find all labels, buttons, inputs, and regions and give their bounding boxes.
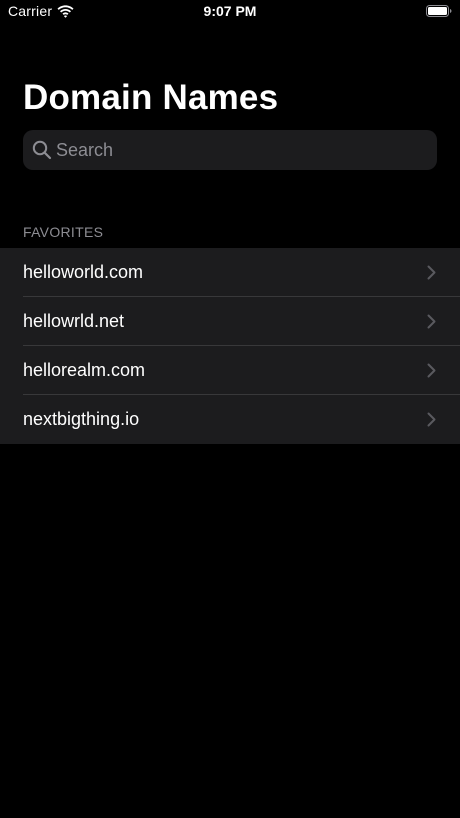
list-item-label: hellowrld.net bbox=[23, 311, 125, 331]
battery-icon bbox=[426, 5, 452, 17]
search-bar[interactable] bbox=[23, 130, 437, 170]
status-bar: Carrier 9:07 PM bbox=[0, 0, 460, 24]
section-header-favorites: FAVORITES bbox=[23, 224, 104, 240]
list-item-label: nextbigthing.io bbox=[23, 409, 140, 429]
list-item[interactable]: nextbigthing.io bbox=[0, 395, 460, 444]
chevron-right-icon bbox=[427, 314, 436, 329]
page-title: Domain Names bbox=[23, 78, 279, 117]
list-item-label: helloworld.com bbox=[23, 262, 144, 282]
list-item[interactable]: hellorealm.com bbox=[0, 346, 460, 395]
search-input[interactable] bbox=[56, 130, 426, 170]
chevron-right-icon bbox=[427, 363, 436, 378]
list-item[interactable]: helloworld.com bbox=[0, 248, 460, 297]
search-icon bbox=[32, 140, 52, 160]
chevron-right-icon bbox=[427, 265, 436, 280]
list-item-label: hellorealm.com bbox=[23, 360, 146, 380]
list-item[interactable]: hellowrld.net bbox=[0, 297, 460, 346]
chevron-right-icon bbox=[427, 412, 436, 427]
status-time: 9:07 PM bbox=[203, 3, 257, 19]
favorites-list: helloworld.com hellowrld.net hellorealm.… bbox=[0, 248, 460, 444]
